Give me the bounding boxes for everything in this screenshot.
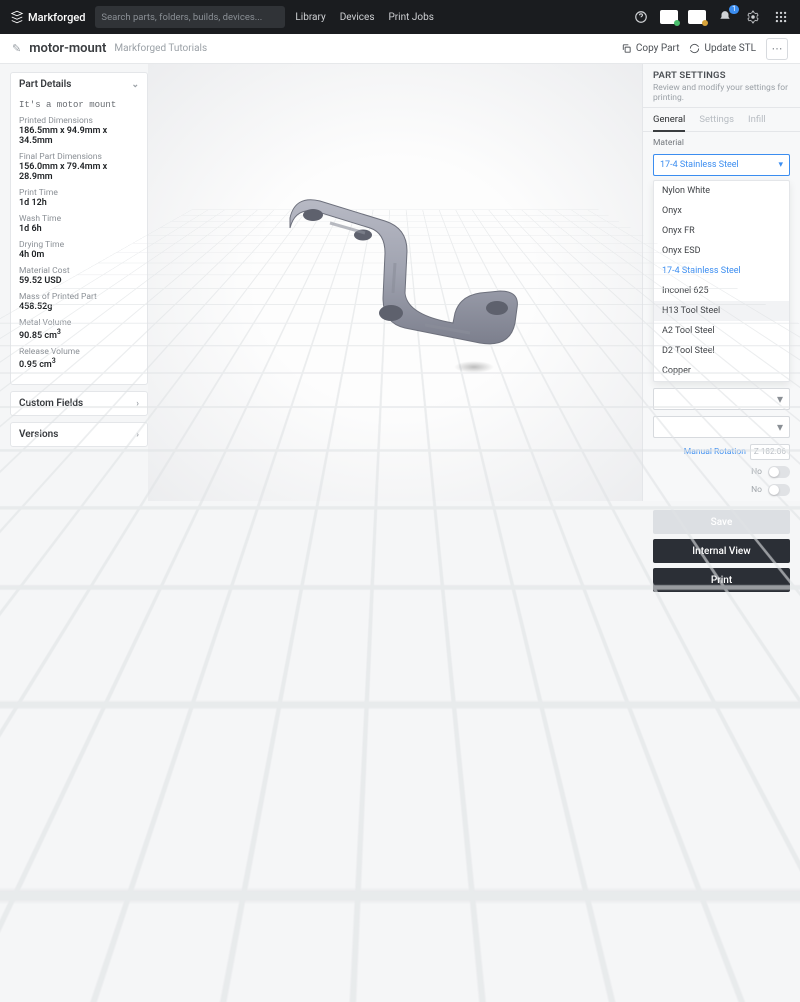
chevron-down-icon: ▾	[778, 160, 783, 170]
search-input[interactable]: Search parts, folders, builds, devices..…	[95, 6, 285, 28]
material-option[interactable]: Onyx FR	[654, 221, 789, 241]
update-stl-label: Update STL	[704, 43, 756, 54]
material-label: Material	[653, 138, 790, 148]
nav-devices[interactable]: Devices	[340, 12, 375, 23]
printer-warn-icon[interactable]	[688, 8, 706, 26]
part-description: It's a motor mount	[19, 100, 139, 110]
tab-general[interactable]: General	[653, 114, 685, 132]
top-header: Markforged Search parts, folders, builds…	[0, 0, 800, 34]
printer-ok-icon[interactable]	[660, 8, 678, 26]
breadcrumb[interactable]: Markforged Tutorials	[114, 43, 207, 54]
final-dim-label: Final Part Dimensions	[19, 152, 139, 162]
print-time-value: 1d 12h	[19, 198, 139, 208]
part-render	[235, 173, 555, 373]
chevron-down-icon: ⌄	[131, 80, 139, 90]
toggle-1[interactable]	[768, 466, 790, 478]
refresh-icon	[689, 43, 700, 54]
more-menu-button[interactable]: ⋯	[766, 38, 788, 60]
tab-infill[interactable]: Infill	[748, 114, 766, 131]
copy-part-button[interactable]: Copy Part	[621, 43, 680, 54]
part-settings-header: PART SETTINGS Review and modify your set…	[643, 64, 800, 108]
material-option[interactable]: Onyx	[654, 201, 789, 221]
print-time-label: Print Time	[19, 188, 139, 198]
main: Part Details ⌄ It's a motor mount Printe…	[0, 64, 800, 501]
settings-tabs: General Settings Infill	[643, 108, 800, 132]
toggle-2[interactable]	[768, 484, 790, 496]
part-details-title: Part Details	[19, 79, 71, 90]
part-details-header[interactable]: Part Details ⌄	[11, 73, 147, 96]
gear-icon[interactable]	[744, 8, 762, 26]
3d-canvas[interactable]	[148, 64, 642, 501]
part-settings-subtitle: Review and modify your settings for prin…	[653, 83, 790, 103]
material-select[interactable]: 17-4 Stainless Steel ▾	[653, 154, 790, 176]
material-selected-value: 17-4 Stainless Steel	[660, 160, 739, 170]
brand-text: Markforged	[28, 11, 85, 24]
markforged-icon	[10, 10, 24, 24]
copy-icon	[621, 43, 632, 54]
header-right: 1	[632, 8, 790, 26]
tab-settings[interactable]: Settings	[699, 114, 734, 131]
bell-badge: 1	[729, 5, 739, 14]
apps-icon[interactable]	[772, 8, 790, 26]
update-stl-button[interactable]: Update STL	[689, 43, 756, 54]
bell-icon[interactable]: 1	[716, 8, 734, 26]
brand-logo[interactable]: Markforged	[10, 10, 85, 24]
material-option[interactable]: Nylon White	[654, 181, 789, 201]
copy-part-label: Copy Part	[636, 43, 680, 54]
subheader: ✎ motor-mount Markforged Tutorials Copy …	[0, 34, 800, 64]
final-dim-value: 156.0mm x 79.4mm x 28.9mm	[19, 162, 139, 182]
wash-time-label: Wash Time	[19, 214, 139, 224]
help-icon[interactable]	[632, 8, 650, 26]
pencil-icon[interactable]: ✎	[12, 42, 21, 55]
nav-library[interactable]: Library	[295, 12, 325, 23]
wash-time-value: 1d 6h	[19, 224, 139, 234]
part-settings-title: PART SETTINGS	[653, 70, 790, 81]
nav: Library Devices Print Jobs	[295, 12, 433, 23]
nav-print-jobs[interactable]: Print Jobs	[388, 12, 433, 23]
printed-dim-label: Printed Dimensions	[19, 116, 139, 126]
printed-dim-value: 186.5mm x 94.9mm x 34.5mm	[19, 126, 139, 146]
part-name[interactable]: motor-mount	[29, 41, 106, 56]
search-placeholder: Search parts, folders, builds, devices..…	[101, 12, 262, 23]
